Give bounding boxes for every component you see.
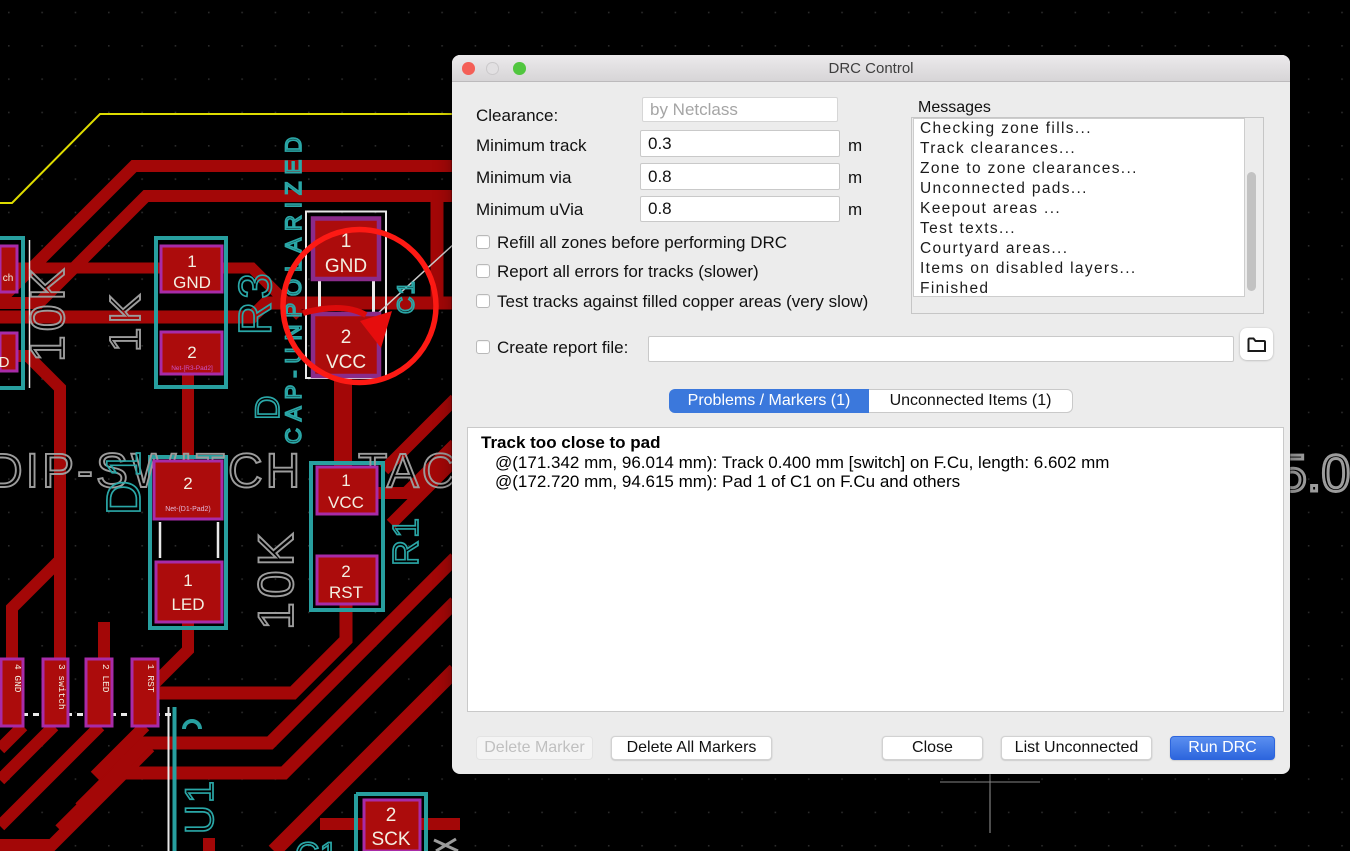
svg-text:D: D [249, 395, 287, 420]
svg-text:VCC: VCC [326, 352, 366, 373]
svg-text:2: 2 [341, 562, 350, 581]
svg-text:C1: C1 [393, 279, 420, 314]
svg-text:R3: R3 [229, 270, 281, 335]
svg-text:4 GND: 4 GND [12, 664, 23, 693]
svg-text:GND: GND [325, 256, 367, 277]
svg-text:D: D [0, 354, 10, 371]
svg-text:RST: RST [329, 583, 363, 602]
svg-text:VCC: VCC [328, 493, 364, 512]
svg-text:GND: GND [173, 273, 211, 292]
svg-text:D1: D1 [98, 448, 151, 515]
svg-text:Net-[R3-Pad2]: Net-[R3-Pad2] [171, 365, 213, 372]
svg-text:SCK: SCK [371, 829, 410, 850]
svg-text:10K: 10K [22, 265, 75, 362]
svg-text:C1: C1 [295, 836, 338, 851]
svg-text:2: 2 [386, 805, 397, 826]
svg-text:1: 1 [187, 252, 196, 271]
svg-text:2: 2 [183, 474, 192, 493]
svg-text:10K: 10K [248, 529, 304, 630]
svg-text:LED: LED [171, 595, 204, 614]
svg-text:1 RST: 1 RST [145, 664, 156, 693]
svg-text:U1: U1 [178, 779, 222, 834]
svg-text:ch: ch [3, 273, 14, 284]
svg-text:R1: R1 [385, 516, 426, 566]
svg-text:Net-(D1-Pad2): Net-(D1-Pad2) [165, 506, 211, 513]
svg-text:2 LED: 2 LED [100, 664, 111, 693]
svg-text:2: 2 [187, 343, 196, 362]
svg-text:1: 1 [183, 571, 192, 590]
svg-text:2: 2 [341, 327, 352, 348]
svg-text:3 switch: 3 switch [56, 664, 67, 710]
svg-text:1: 1 [341, 471, 350, 490]
svg-text:DIP-SWITCH: DIP-SWITCH [0, 445, 303, 498]
svg-text:1K: 1K [101, 290, 150, 352]
